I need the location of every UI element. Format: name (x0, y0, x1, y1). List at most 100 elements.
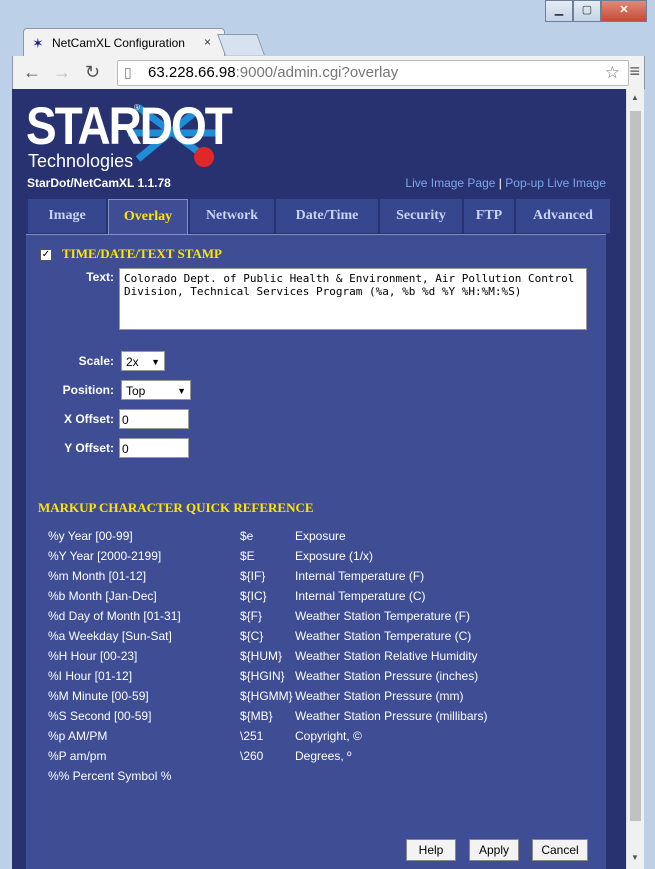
stardot-logo: STARDOT ® Technologies (26, 99, 233, 171)
header-links: Live Image Page | Pop-up Live Image (405, 176, 606, 190)
ref-desc: Weather Station Pressure (mm) (295, 689, 464, 703)
minimize-icon[interactable]: ▁ (545, 0, 573, 22)
url-text: 63.228.66.98:9000/admin.cgi?overlay (148, 64, 398, 81)
logo-registered: ® (134, 103, 140, 112)
ref-code: %b Month [Jan-Dec] (48, 589, 157, 603)
ref-code: %% Percent Symbol % (48, 769, 172, 783)
ref-code: %y Year [00-99] (48, 529, 133, 543)
forward-arrow-icon[interactable]: → (53, 62, 71, 83)
ref-var: ${HUM} (240, 649, 283, 663)
tab-network[interactable]: Network (190, 199, 274, 233)
ref-desc: Degrees, º (295, 749, 352, 763)
window-controls: ▁ ▢ ✕ (545, 0, 647, 22)
scroll-up-icon[interactable]: ▲ (631, 93, 639, 102)
ref-code: %I Hour [01-12] (48, 669, 133, 683)
back-arrow-icon[interactable]: ← (23, 62, 41, 83)
stamp-checkbox[interactable]: ✓ (40, 249, 52, 261)
ref-code: %S Second [00-59] (48, 709, 152, 723)
section-title: TIME/DATE/TEXT STAMP (62, 246, 222, 261)
ref-var: \251 (240, 729, 264, 743)
ref-code: %p AM/PM (48, 729, 108, 743)
ref-desc: Exposure (295, 529, 346, 543)
chevron-down-icon: ▼ (151, 357, 160, 367)
tab-close-icon[interactable]: × (204, 35, 211, 49)
ref-desc: Internal Temperature (F) (295, 569, 425, 583)
vertical-scrollbar[interactable]: ▲ ▼ (626, 89, 644, 869)
position-label: Position: (62, 383, 114, 397)
ref-desc: Internal Temperature (C) (295, 589, 426, 603)
maximize-icon[interactable]: ▢ (573, 0, 601, 22)
scale-label: Scale: (78, 354, 114, 368)
reload-icon[interactable]: ↻ (85, 62, 100, 83)
text-label: Text: (86, 270, 114, 284)
tab-overlay[interactable]: Overlay (108, 199, 188, 235)
ref-desc: Exposure (1/x) (295, 549, 374, 563)
live-image-link[interactable]: Live Image Page (405, 176, 495, 190)
title-bar: ✶ NetCamXL Configuration × ▁ ▢ ✕ (0, 0, 655, 57)
position-select[interactable]: Top ▼ (121, 380, 191, 400)
browser-toolbar: ← → ↻ ▯ 63.228.66.98:9000/admin.cgi?over… (12, 56, 645, 89)
hamburger-menu-icon[interactable]: ≡ (629, 61, 640, 82)
popup-live-image-link[interactable]: Pop-up Live Image (505, 176, 606, 190)
ref-code: %M Minute [00-59] (48, 689, 149, 703)
ref-desc: Weather Station Temperature (F) (295, 609, 470, 623)
tab-ftp[interactable]: FTP (464, 199, 514, 233)
logo-subtitle: Technologies (28, 151, 134, 171)
star-icon[interactable]: ☆ (605, 63, 620, 83)
close-icon[interactable]: ✕ (601, 0, 647, 22)
new-tab-button[interactable] (217, 34, 265, 55)
ref-code: %H Hour [00-23] (48, 649, 138, 663)
tab-advanced[interactable]: Advanced (516, 199, 610, 233)
ref-desc: Copyright, © (295, 729, 362, 743)
ref-var: \260 (240, 749, 264, 763)
ref-var: ${C} (240, 629, 264, 643)
ref-code: %m Month [01-12] (48, 569, 147, 583)
ref-code: %d Day of Month [01-31] (48, 609, 181, 623)
ref-desc: Weather Station Pressure (millibars) (295, 709, 488, 723)
tab-security[interactable]: Security (380, 199, 462, 233)
ref-code: %a Weekday [Sun-Sat] (48, 629, 172, 643)
ref-code: %Y Year [2000-2199] (48, 549, 162, 563)
ref-var: ${HGIN} (240, 669, 285, 683)
tab-image[interactable]: Image (28, 199, 106, 233)
x-offset-label: X Offset: (63, 412, 114, 426)
page-icon: ▯ (124, 64, 132, 80)
tab-date-time[interactable]: Date/Time (276, 199, 378, 233)
browser-window: ✶ NetCamXL Configuration × ▁ ▢ ✕ ← → ↻ ▯… (0, 0, 655, 869)
ref-desc: Weather Station Pressure (inches) (295, 669, 479, 683)
cancel-button[interactable]: Cancel (532, 839, 588, 861)
scale-select[interactable]: 2x ▼ (121, 351, 165, 371)
ref-desc: Weather Station Relative Humidity (295, 649, 478, 663)
position-value: Top (126, 384, 146, 398)
tab-title: NetCamXL Configuration (52, 36, 185, 50)
starburst-icon: ✶ (32, 35, 44, 51)
page-content: STARDOT ® Technologies StarDot/NetCamXL … (12, 89, 626, 869)
scale-value: 2x (126, 355, 139, 369)
config-tabs: Image Overlay Network Date/Time Security… (28, 199, 612, 235)
reference-title: MARKUP CHARACTER QUICK REFERENCE (38, 500, 314, 515)
overlay-panel: ✓ TIME/DATE/TEXT STAMP Text: Colorado De… (26, 234, 606, 869)
ref-var: $e (240, 529, 254, 543)
y-offset-label: Y Offset: (64, 441, 114, 455)
stamp-text-field[interactable]: Colorado Dept. of Public Health & Enviro… (119, 268, 587, 330)
ref-var: ${IF} (240, 569, 266, 583)
ref-var: ${F} (240, 609, 263, 623)
ref-var: ${MB} (240, 709, 273, 723)
scroll-down-icon[interactable]: ▼ (631, 853, 639, 862)
y-offset-input[interactable]: 0 (119, 438, 189, 458)
ref-var: $E (240, 549, 255, 563)
ref-var: ${HGMM} (240, 689, 293, 703)
version-text: StarDot/NetCamXL 1.1.78 (27, 176, 171, 190)
link-separator: | (498, 176, 502, 190)
address-bar[interactable]: ▯ 63.228.66.98:9000/admin.cgi?overlay ☆ (117, 60, 629, 86)
ref-desc: Weather Station Temperature (C) (295, 629, 472, 643)
ref-var: ${IC} (240, 589, 267, 603)
url-path: :9000/admin.cgi?overlay (235, 64, 399, 81)
apply-button[interactable]: Apply (469, 839, 519, 861)
browser-tab[interactable]: ✶ NetCamXL Configuration × (23, 28, 225, 57)
url-host: 63.228.66.98 (148, 64, 236, 81)
scrollbar-thumb[interactable] (630, 111, 641, 821)
chevron-down-icon: ▼ (177, 386, 186, 396)
help-button[interactable]: Help (406, 839, 456, 861)
x-offset-input[interactable]: 0 (119, 409, 189, 429)
